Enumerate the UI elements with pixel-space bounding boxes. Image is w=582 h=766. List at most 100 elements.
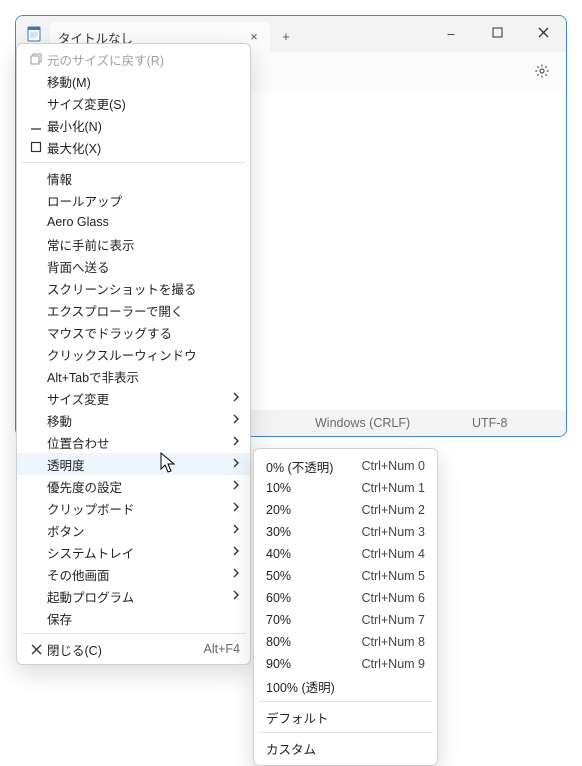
submenu-item[interactable]: カスタム [254,737,437,759]
menu-item[interactable]: 移動(M) [17,70,250,92]
close-icon [25,644,47,655]
submenu-item[interactable]: 90%Ctrl+Num 9 [254,653,437,675]
menu-item-label: ボタン [47,521,232,540]
menu-item[interactable]: ロールアップ [17,189,250,211]
submenu-item-label: カスタム [266,739,425,758]
window-minimize-button[interactable]: – [428,16,474,52]
plus-icon: + [282,30,289,44]
menu-item[interactable]: エクスプローラーで開く [17,299,250,321]
menu-item[interactable]: システムトレイ [17,541,250,563]
maximize-icon [492,27,503,41]
menu-item[interactable]: クリップボード [17,497,250,519]
menu-item-label: 常に手前に表示 [47,235,240,254]
submenu-item-label: 30% [266,525,361,539]
new-tab-button[interactable]: + [270,22,302,52]
menu-item-label: その他画面 [47,565,232,584]
chevron-right-icon [232,545,240,559]
menu-item-label: サイズ変更 [47,389,232,408]
submenu-item[interactable]: 30%Ctrl+Num 3 [254,521,437,543]
menu-item-label: 移動(M) [47,72,240,91]
menu-separator [258,732,433,733]
window-close-button[interactable] [520,16,566,52]
submenu-item-label: 90% [266,657,361,671]
menu-item-label: 最大化(X) [47,138,240,157]
tab-close-icon[interactable]: × [246,30,262,44]
submenu-item[interactable]: 70%Ctrl+Num 7 [254,609,437,631]
submenu-item-label: 70% [266,613,361,627]
submenu-item-label: 60% [266,591,361,605]
submenu-shortcut: Ctrl+Num 6 [361,591,425,605]
submenu-item[interactable]: 80%Ctrl+Num 8 [254,631,437,653]
window-maximize-button[interactable] [474,16,520,52]
chevron-right-icon [232,413,240,427]
submenu-item-label: 20% [266,503,361,517]
menu-item[interactable]: 情報 [17,167,250,189]
status-encoding: UTF-8 [460,416,519,430]
menu-item-label: 起動プログラム [47,587,232,606]
menu-shortcut: Alt+F4 [204,642,240,656]
submenu-item-label: デフォルト [266,708,425,727]
menu-item-label: 移動 [47,411,232,430]
menu-item-label: スクリーンショットを撮る [47,279,240,298]
submenu-item[interactable]: 20%Ctrl+Num 2 [254,499,437,521]
submenu-item[interactable]: 100% (透明) [254,675,437,697]
submenu-item[interactable]: 0% (不透明)Ctrl+Num 0 [254,455,437,477]
chevron-right-icon [232,589,240,603]
menu-item-label: サイズ変更(S) [47,94,240,113]
menu-item: 元のサイズに戻す(R) [17,48,250,70]
menu-item[interactable]: 透明度 [17,453,250,475]
menu-item-label: マウスでドラッグする [47,323,240,342]
submenu-item[interactable]: 10%Ctrl+Num 1 [254,477,437,499]
menu-item[interactable]: 最大化(X) [17,136,250,158]
menu-item[interactable]: サイズ変更(S) [17,92,250,114]
menu-item[interactable]: 移動 [17,409,250,431]
menu-item[interactable]: 最小化(N) [17,114,250,136]
submenu-item[interactable]: デフォルト [254,706,437,728]
menu-item[interactable]: 優先度の設定 [17,475,250,497]
menu-item-label: 閉じる(C) [47,640,204,659]
submenu-item[interactable]: 40%Ctrl+Num 4 [254,543,437,565]
submenu-shortcut: Ctrl+Num 4 [361,547,425,561]
menu-item[interactable]: その他画面 [17,563,250,585]
menu-item[interactable]: クリックスルーウィンドウ [17,343,250,365]
submenu-item-label: 100% (透明) [266,677,425,696]
submenu-shortcut: Ctrl+Num 8 [361,635,425,649]
settings-button[interactable] [526,56,558,88]
submenu-shortcut: Ctrl+Num 1 [361,481,425,495]
submenu-item-label: 10% [266,481,361,495]
menu-item[interactable]: 閉じる(C)Alt+F4 [17,638,250,660]
maximize-icon [25,141,47,153]
menu-item[interactable]: 常に手前に表示 [17,233,250,255]
menu-item-label: 背面へ送る [47,257,240,276]
menu-item-label: 元のサイズに戻す(R) [47,50,240,69]
system-context-menu[interactable]: 元のサイズに戻す(R) 移動(M) サイズ変更(S) 最小化(N) 最大化(X) 情報ロー… [16,43,251,665]
menu-item-label: 位置合わせ [47,433,232,452]
menu-item[interactable]: 保存 [17,607,250,629]
menu-item-label: エクスプローラーで開く [47,301,240,320]
menu-item[interactable]: Aero Glass [17,211,250,233]
chevron-right-icon [232,567,240,581]
menu-item[interactable]: マウスでドラッグする [17,321,250,343]
menu-item-label: クリップボード [47,499,232,518]
status-line-ending: Windows (CRLF) [303,416,463,430]
submenu-item-label: 0% (不透明) [266,457,361,476]
menu-item-label: ロールアップ [47,191,240,210]
menu-separator [21,162,246,163]
menu-item[interactable]: サイズ変更 [17,387,250,409]
menu-item-label: 最小化(N) [47,116,240,135]
menu-item-label: Aero Glass [47,215,240,229]
menu-item[interactable]: スクリーンショットを撮る [17,277,250,299]
chevron-right-icon [232,435,240,449]
chevron-right-icon [232,391,240,405]
menu-item-label: 保存 [47,609,240,628]
submenu-item[interactable]: 60%Ctrl+Num 6 [254,587,437,609]
opacity-submenu[interactable]: 0% (不透明)Ctrl+Num 010%Ctrl+Num 120%Ctrl+N… [253,448,438,766]
submenu-item[interactable]: 50%Ctrl+Num 5 [254,565,437,587]
menu-item[interactable]: 位置合わせ [17,431,250,453]
menu-item[interactable]: 起動プログラム [17,585,250,607]
menu-separator [21,633,246,634]
menu-item[interactable]: Alt+Tabで非表示 [17,365,250,387]
menu-item[interactable]: ボタン [17,519,250,541]
menu-item-label: クリックスルーウィンドウ [47,345,240,364]
menu-item[interactable]: 背面へ送る [17,255,250,277]
